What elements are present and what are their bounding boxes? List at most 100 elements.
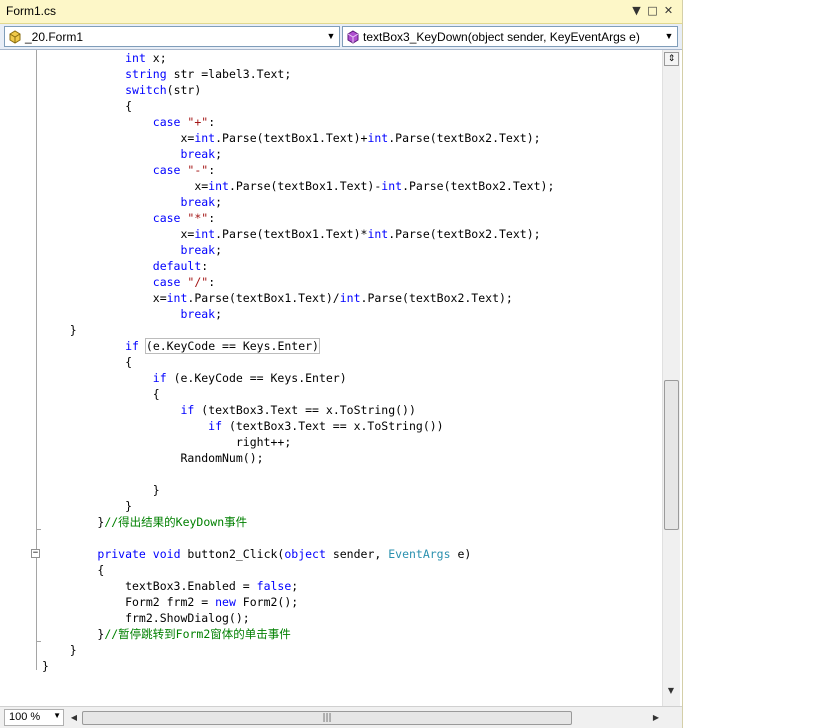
code-line: }//得出结果的KeyDown事件 <box>42 514 247 530</box>
code-line: { <box>42 386 160 402</box>
editor-margin <box>0 50 22 706</box>
editor-status-bar: 100 % ▼ ◀ ||| ▶ <box>0 706 682 728</box>
code-token: x= <box>42 131 195 145</box>
code-token: break <box>180 195 216 209</box>
code-token: } <box>42 499 133 513</box>
scroll-down-icon[interactable]: ▼ <box>663 684 679 698</box>
code-token: (textBox3.Text == x.ToString()) <box>194 403 416 417</box>
code-token: x= <box>42 179 209 193</box>
outline-tick <box>36 641 41 642</box>
window-dropdown-icon[interactable]: ▼ <box>629 3 644 19</box>
code-token: x= <box>42 291 167 305</box>
code-line: break; <box>42 306 222 322</box>
close-icon[interactable]: ✕ <box>661 3 676 19</box>
code-line: frm2.ShowDialog(); <box>42 610 250 626</box>
outline-tick <box>36 529 41 530</box>
scroll-left-icon[interactable]: ◀ <box>66 711 82 725</box>
vertical-scroll-thumb[interactable] <box>664 380 679 530</box>
code-token: { <box>42 563 105 577</box>
code-token: int <box>194 227 216 241</box>
code-token: : <box>208 115 216 129</box>
chevron-down-icon[interactable]: ▼ <box>663 28 675 45</box>
code-line: int x; <box>42 50 167 66</box>
horizontal-scroll-thumb[interactable]: ||| <box>82 711 572 725</box>
code-token: (str) <box>166 83 202 97</box>
collapse-icon[interactable]: − <box>31 549 40 558</box>
code-line: if (e.KeyCode == Keys.Enter) <box>42 370 347 386</box>
code-token: object <box>284 547 326 561</box>
maximize-icon[interactable]: □ <box>645 3 660 19</box>
code-token: .Parse(textBox1.Text)- <box>228 179 382 193</box>
code-token: } <box>42 515 105 529</box>
code-token: switch <box>125 83 167 97</box>
code-line: case "+": <box>42 114 215 130</box>
code-token: { <box>42 387 160 401</box>
code-token: ; <box>291 579 299 593</box>
zoom-selector[interactable]: 100 % ▼ <box>4 709 64 726</box>
member-selector-value: textBox3_KeyDown(object sender, KeyEvent… <box>363 30 640 44</box>
code-token: .Parse(textBox2.Text); <box>360 291 513 305</box>
code-token: int <box>166 291 188 305</box>
code-token: { <box>42 99 133 113</box>
code-token: } <box>42 323 77 337</box>
type-selector[interactable]: _20.Form1 ▼ <box>4 26 340 47</box>
code-token: RandomNum(); <box>42 451 264 465</box>
code-token: case <box>152 163 181 177</box>
code-line: x=int.Parse(textBox1.Text)-int.Parse(tex… <box>42 178 554 194</box>
code-line: x=int.Parse(textBox1.Text)+int.Parse(tex… <box>42 130 541 146</box>
code-token: int <box>367 131 389 145</box>
code-token: break <box>180 243 216 257</box>
code-token: x; <box>145 51 167 65</box>
code-token: ; <box>215 243 223 257</box>
code-line: { <box>42 562 104 578</box>
code-token: //得出结果的KeyDown事件 <box>104 515 248 529</box>
code-token: textBox3.Enabled = <box>42 579 257 593</box>
code-token: (e.KeyCode == Keys.Enter) <box>166 371 347 385</box>
outline-line <box>36 50 37 670</box>
code-line: if (textBox3.Text == x.ToString()) <box>42 402 416 418</box>
code-token: : <box>208 211 216 225</box>
code-token: .Parse(textBox2.Text); <box>402 179 555 193</box>
code-token: "-" <box>187 163 209 177</box>
code-token: (textBox3.Text == x.ToString()) <box>222 419 444 433</box>
scroll-right-icon[interactable]: ▶ <box>648 711 664 725</box>
code-token: int <box>194 131 216 145</box>
code-token: frm2.ShowDialog(); <box>42 611 250 625</box>
code-token: int <box>208 179 229 193</box>
horizontal-scrollbar[interactable]: ◀ ||| ▶ <box>66 710 664 726</box>
code-token: (e.KeyCode == Keys.Enter) <box>144 338 320 354</box>
code-token: ; <box>215 147 223 161</box>
code-line: break; <box>42 146 222 162</box>
split-handle-icon[interactable]: ⇕ <box>664 52 679 66</box>
code-line: Form2 frm2 = new Form2(); <box>42 594 298 610</box>
code-line: { <box>42 98 132 114</box>
navigation-bar: _20.Form1 ▼ textBox3_KeyDown(object send… <box>0 24 682 50</box>
code-area[interactable]: int x; string str =label3.Text; switch(s… <box>42 50 660 706</box>
code-token: .Parse(textBox2.Text); <box>388 131 541 145</box>
code-token: str =label3.Text; <box>166 67 292 81</box>
code-token: : <box>201 259 209 273</box>
code-token: int <box>125 51 146 65</box>
code-token: ; <box>215 307 223 321</box>
code-line: { <box>42 354 132 370</box>
document-tab[interactable]: Form1.cs ▼ □ ✕ <box>0 0 682 24</box>
chevron-down-icon[interactable]: ▼ <box>325 28 337 45</box>
code-token: button2_Click( <box>180 547 285 561</box>
code-line: break; <box>42 242 222 258</box>
code-token: case <box>152 115 181 129</box>
code-token: private <box>97 547 146 561</box>
code-line: case "/": <box>42 274 215 290</box>
code-token: void <box>152 547 181 561</box>
vertical-scrollbar[interactable]: ⇕ ▼ <box>662 50 680 706</box>
code-editor-window: Form1.cs ▼ □ ✕ _20.Form1 ▼ textBox3_KeyD… <box>0 0 683 728</box>
chevron-down-icon[interactable]: ▼ <box>53 711 61 720</box>
code-line: if (e.KeyCode == Keys.Enter) <box>42 338 320 354</box>
member-selector[interactable]: textBox3_KeyDown(object sender, KeyEvent… <box>342 26 678 47</box>
